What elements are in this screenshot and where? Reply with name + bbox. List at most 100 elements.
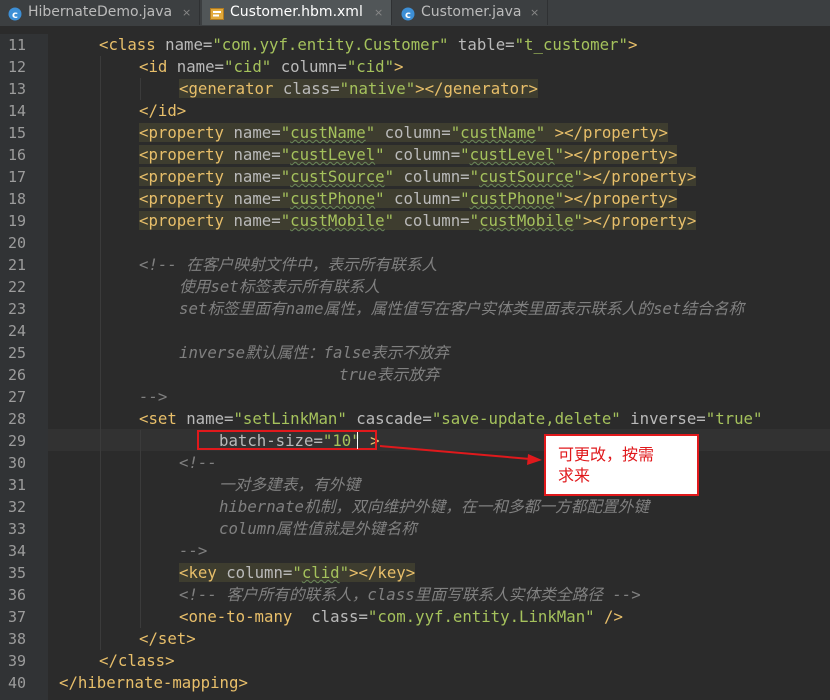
xml-tag-token: </hibernate-mapping> [59, 673, 248, 692]
xml-attribute-name: column= [394, 167, 470, 186]
xml-tag-token: ></property> [582, 167, 697, 186]
xml-tag-token: > [394, 57, 404, 76]
xml-comment-text: 使用set标签表示所有联系人 [179, 277, 380, 296]
xml-tag-token: <class [99, 35, 166, 54]
xml-attribute-value: " [280, 189, 291, 208]
code-line: <set name="setLinkMan" cascade="save-upd… [139, 408, 762, 430]
xml-tag-token: <property [139, 189, 234, 208]
xml-attribute-value: " [280, 123, 291, 142]
xml-comment-text: <!-- 在客户映射文件中，表示所有联系人 [139, 255, 438, 274]
xml-attribute-value: " [573, 211, 583, 230]
annotation-text-line: 可更改，按需 [558, 445, 655, 464]
xml-tag-token: > [627, 35, 638, 54]
code-line: 一对多建表，有外键 [219, 474, 360, 496]
xml-tag-token: <property [139, 211, 234, 230]
xml-attribute-value: custLevel [469, 145, 555, 164]
code-line: hibernate机制，双向维护外键，在一和多都一方都配置外键 [219, 496, 649, 518]
xml-attribute-value: clid [301, 563, 340, 582]
xml-tag-token: <property [139, 123, 234, 142]
xml-comment-text: 一对多建表，有外键 [219, 475, 361, 494]
xml-tag-token: </set> [139, 629, 196, 648]
xml-tag-token: <one-to-many [179, 607, 312, 626]
xml-attribute-value: " [460, 189, 470, 208]
code-line: <property name="custName" column="custNa… [139, 122, 668, 144]
xml-comment-text: set标签里面有name属性，属性值写在客户实体类里面表示联系人的set结合名称 [179, 299, 745, 318]
code-line: <!-- 在客户映射文件中，表示所有联系人 [139, 254, 437, 276]
xml-attribute-name: column= [226, 563, 293, 582]
code-line: </id> [139, 100, 186, 122]
code-line: </class> [99, 650, 175, 672]
code-line: <key column="clid"></key> [179, 562, 416, 584]
xml-tag-token: ></property> [564, 189, 678, 208]
xml-attribute-name: name= [233, 167, 281, 186]
xml-tag-token: </class> [99, 651, 175, 670]
xml-comment-text: inverse默认属性：false表示不放弃 [179, 343, 450, 362]
xml-attribute-value: " [292, 563, 302, 582]
xml-attribute-name: name= [176, 57, 225, 76]
xml-attribute-value: custName [460, 123, 536, 142]
xml-attribute-name: column= [375, 123, 451, 142]
xml-tag-token: <property [139, 167, 234, 186]
xml-attribute-name: name= [165, 35, 213, 54]
xml-attribute-name: name= [186, 409, 234, 428]
xml-tag-token: ></key> [349, 563, 416, 582]
annotation-text-line: 求来 [558, 466, 591, 485]
code-line: --> [139, 386, 167, 408]
code-line: </set> [139, 628, 196, 650]
xml-attribute-value: " [469, 167, 480, 186]
xml-comment-text: <!-- 客户所有的联系人，class里面写联系人实体类全路径 --> [179, 585, 641, 604]
xml-tag-token: ></property> [582, 211, 697, 230]
xml-attribute-name: name= [233, 145, 281, 164]
xml-attribute-name: column= [271, 57, 347, 76]
xml-attribute-value: " [339, 563, 350, 582]
code-line: <generator class="native"></generator> [179, 78, 538, 100]
code-line: --> [179, 540, 207, 562]
text-caret [357, 432, 358, 449]
xml-attribute-name: class= [282, 79, 340, 98]
code-line: <id name="cid" column="cid"> [139, 56, 404, 78]
xml-attribute-value: "native" [339, 79, 416, 98]
xml-tag-token: <set [139, 409, 187, 428]
xml-attribute-value: " [280, 145, 291, 164]
code-line: <!-- [179, 452, 217, 474]
code-line: column属性值就是外键名称 [219, 518, 417, 540]
xml-attribute-value: custMobile [479, 211, 574, 230]
xml-attribute-value: "save-update,delete" [431, 409, 621, 428]
xml-attribute-value: custSource [479, 167, 574, 186]
xml-attribute-name: name= [233, 123, 281, 142]
xml-attribute-name: name= [233, 189, 281, 208]
xml-attribute-value: " [280, 211, 291, 230]
xml-attribute-value: " [280, 167, 291, 186]
xml-attribute-value: "com.yyf.entity.Customer" [212, 35, 449, 54]
code-line: <!-- 客户所有的联系人，class里面写联系人实体类全路径 --> [179, 584, 641, 606]
code-line: <property name="custLevel" column="custL… [139, 144, 678, 166]
xml-tag-token: /> [594, 607, 623, 626]
code-line: set标签里面有name属性，属性值写在客户实体类里面表示联系人的set结合名称 [179, 298, 744, 320]
code-line: <property name="custMobile" column="cust… [139, 210, 697, 232]
xml-tag-token: <generator [179, 79, 283, 98]
xml-attribute-name: column= [394, 211, 470, 230]
xml-attribute-value: "t_customer" [514, 35, 628, 54]
xml-attribute-value: " [573, 167, 583, 186]
xml-attribute-value: " [469, 211, 480, 230]
xml-attribute-name: column= [384, 145, 461, 164]
xml-attribute-value: "cid" [346, 57, 395, 76]
code-line: inverse默认属性：false表示不放弃 [179, 342, 449, 364]
xml-tag-token: ></property> [545, 123, 668, 142]
xml-attribute-value: custMobile [290, 211, 385, 230]
code-line: <property name="custPhone" column="custP… [139, 188, 678, 210]
xml-tag-token: <property [139, 145, 234, 164]
xml-attribute-value: custPhone [469, 189, 555, 208]
xml-attribute-name: class= [311, 607, 368, 626]
xml-comment-text: --> [139, 387, 168, 406]
xml-attribute-name: inverse= [620, 409, 706, 428]
xml-attribute-value: "com.yyf.entity.LinkMan" [367, 607, 595, 626]
xml-attribute-value: " [384, 211, 395, 230]
xml-tag-token: <id [139, 57, 177, 76]
xml-attribute-value: custSource [290, 167, 385, 186]
code-line: </hibernate-mapping> [59, 672, 248, 694]
code-line: 使用set标签表示所有联系人 [179, 276, 380, 298]
code-editor[interactable]: <class name="com.yyf.entity.Customer" ta… [0, 0, 830, 700]
xml-comment-text: column属性值就是外键名称 [219, 519, 417, 538]
xml-attribute-value: custName [290, 123, 366, 142]
